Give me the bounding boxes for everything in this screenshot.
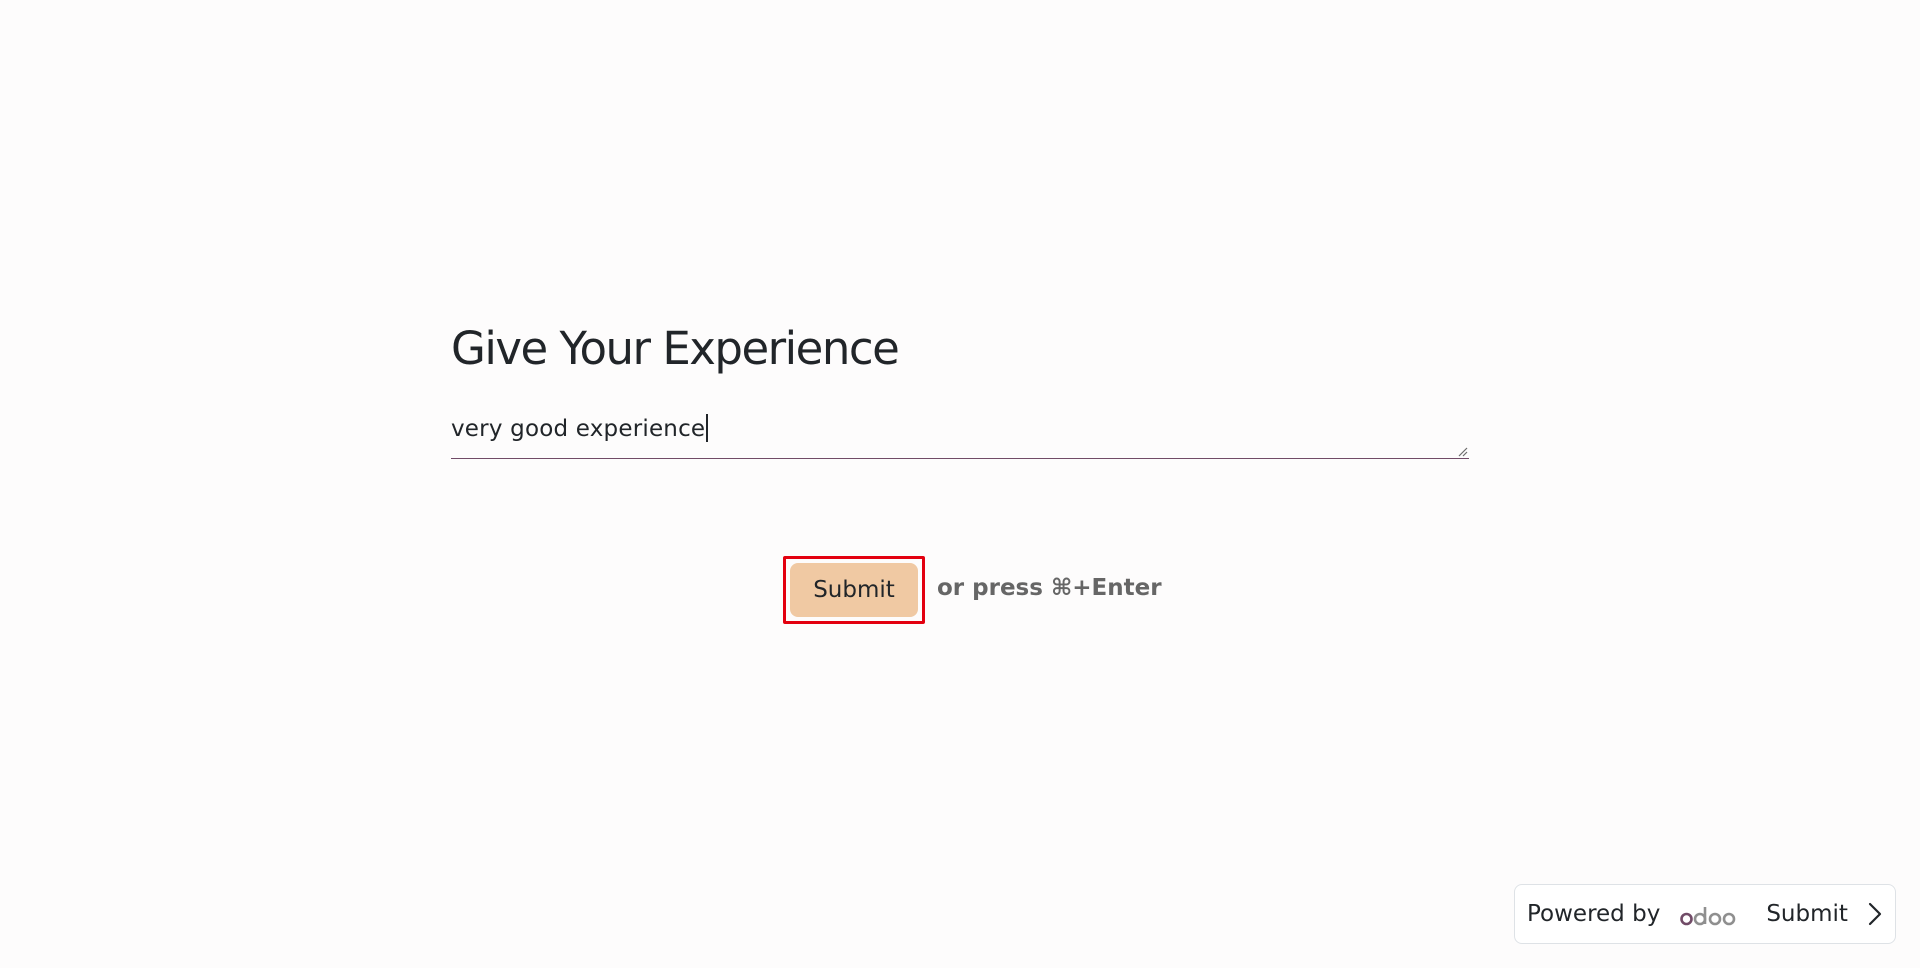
answer-value: very good experience	[451, 416, 706, 442]
answer-textarea[interactable]: very good experience	[451, 404, 1469, 459]
submit-button[interactable]: Submit	[790, 563, 918, 617]
shortcut-hint: or press ⌘+Enter	[937, 575, 1162, 601]
footer-submit-label: Submit	[1766, 901, 1848, 927]
question-title: Give Your Experience	[451, 322, 900, 375]
answer-text[interactable]: very good experience	[451, 414, 708, 442]
submit-row: Submit or press ⌘+Enter	[783, 556, 1162, 624]
resize-handle-icon[interactable]	[1456, 445, 1468, 457]
text-caret	[706, 414, 708, 442]
footer-submit-button[interactable]: Submit	[1766, 901, 1882, 927]
question-block: Give Your Experience very good experienc…	[451, 318, 1469, 459]
chevron-right-icon	[1868, 902, 1882, 926]
powered-by-label: Powered by	[1527, 901, 1661, 927]
survey-page: Give Your Experience very good experienc…	[0, 0, 1920, 968]
submit-highlight: Submit	[783, 556, 925, 624]
footer-bar: Powered by Submit	[1514, 884, 1896, 944]
odoo-logo	[1680, 907, 1736, 926]
